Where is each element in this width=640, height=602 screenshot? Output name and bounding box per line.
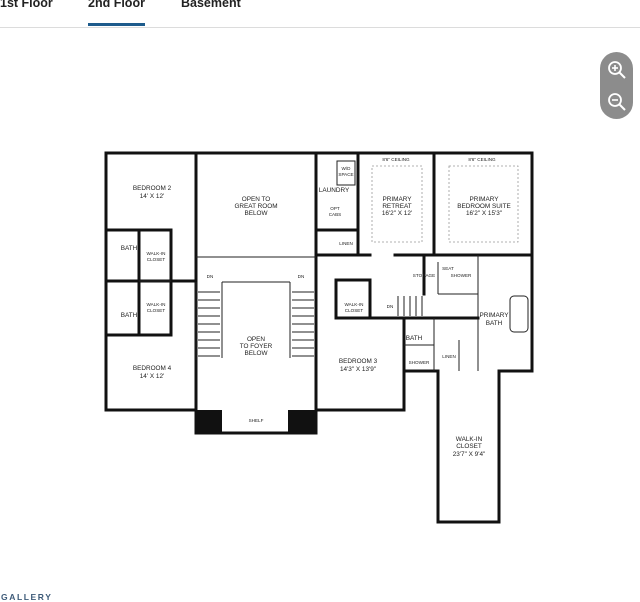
room-label: GREAT ROOM (234, 203, 277, 210)
room-label: BATH (121, 245, 138, 252)
room-size: 14'3" X 13'9" (340, 366, 376, 373)
room-size: 23'7" X 9'4" (453, 451, 486, 458)
room-label: LAUNDRY (319, 187, 350, 194)
room-label: SHOWER (451, 273, 472, 278)
room-label: BEDROOM 3 (339, 358, 378, 365)
room-label: PRIMARY (479, 312, 509, 319)
room-label: CABS (329, 212, 342, 217)
room-size: 16'2" X 15'3" (466, 210, 502, 217)
room-size: 16'2" X 12' (382, 210, 412, 217)
room-label: WALK-IN (345, 302, 364, 307)
room-label: BELOW (244, 210, 268, 217)
room-label: SHELF (249, 418, 264, 423)
room-size: 14' X 12' (140, 193, 164, 200)
ceiling-label: 8'6" CEILING (468, 157, 496, 162)
room-label: PRIMARY (382, 196, 412, 203)
room-label: WALK-IN (456, 436, 483, 443)
gallery-label[interactable]: GALLERY (1, 592, 53, 602)
room-label: OPEN TO (242, 196, 271, 203)
stair-label: DN (298, 274, 305, 279)
room-label: WALK-IN (147, 302, 166, 307)
room-label: SEAT (442, 266, 454, 271)
room-label: BEDROOM 4 (133, 365, 172, 372)
room-label: SHOWER (409, 360, 430, 365)
room-label: W/D (342, 166, 352, 171)
room-label: BELOW (244, 350, 268, 357)
room-label: OPEN (247, 336, 265, 343)
room-label: RETREAT (382, 203, 411, 210)
room-label: LINEN (442, 354, 456, 359)
room-label: WALK-IN (147, 251, 166, 256)
ceiling-label: 8'6" CEILING (382, 157, 410, 162)
room-label: CLOSET (456, 443, 482, 450)
room-label: CLOSET (147, 257, 166, 262)
room-label: BATH (406, 335, 423, 342)
stair-label: DN (207, 274, 214, 279)
room-size: 14' X 12' (140, 373, 164, 380)
room-label: PRIMARY (469, 196, 499, 203)
room-label: BATH (486, 320, 503, 327)
room-label: OPT (330, 206, 340, 211)
floor-plan[interactable]: BEDROOM 2 14' X 12' OPEN TO GREAT ROOM B… (0, 0, 640, 602)
room-label: BATH (121, 312, 138, 319)
room-label: TO FOYER (240, 343, 273, 350)
room-label: CLOSET (147, 308, 166, 313)
room-label: STORAGE (413, 273, 435, 278)
room-label: BEDROOM 2 (133, 185, 172, 192)
room-label: SPACE (338, 172, 353, 177)
room-label: CLOSET (345, 308, 364, 313)
room-label: LINEN (339, 241, 353, 246)
room-label: BEDROOM SUITE (457, 203, 511, 210)
stair-label: DN (387, 304, 394, 309)
